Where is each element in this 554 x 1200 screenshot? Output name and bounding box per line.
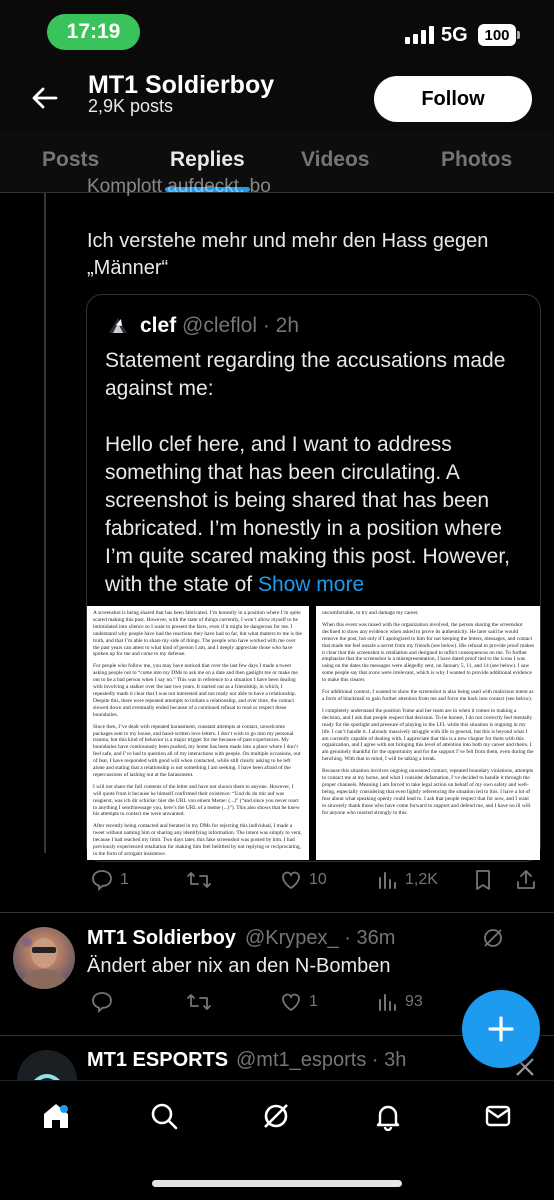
views-icon — [379, 994, 396, 1011]
truncated-text: Komplott aufdeckt. bo — [87, 176, 271, 197]
quote-author-name: clef — [140, 314, 177, 337]
like-count: 1 — [309, 993, 318, 1010]
quote-avatar — [109, 318, 127, 333]
signal-icon — [405, 26, 434, 44]
views-button[interactable]: 1,2K — [377, 868, 438, 892]
quote-text-body: Hello clef here, and I want to address s… — [105, 433, 511, 596]
reply-icon — [92, 992, 112, 1014]
share-button[interactable] — [514, 868, 538, 892]
thread-line — [44, 193, 46, 853]
divider — [0, 912, 554, 913]
author-name: MT1 ESPORTS — [87, 1049, 229, 1071]
avatar-image — [19, 937, 69, 989]
heart-icon — [282, 871, 300, 890]
tab-replies[interactable]: Replies — [170, 148, 245, 172]
nav-messages[interactable] — [480, 1098, 516, 1134]
author-name: MT1 Soldierboy — [87, 927, 236, 949]
battery-icon: 100 — [478, 24, 516, 46]
reply-button[interactable]: 1 — [90, 868, 129, 892]
doc-paragraph: uncomfortable, to try and damage my care… — [322, 610, 419, 616]
bookmark-button[interactable] — [472, 868, 494, 892]
notifications-icon — [376, 1105, 400, 1131]
nav-search[interactable] — [146, 1098, 182, 1134]
view-count: 93 — [405, 993, 423, 1010]
arrow-left-icon — [32, 87, 58, 109]
heart-icon — [282, 993, 300, 1012]
statement-image-left[interactable]: A screenshot is being shared that has be… — [87, 606, 309, 860]
nav-notifications[interactable] — [370, 1098, 406, 1134]
tab-posts[interactable]: Posts — [42, 148, 99, 172]
retweet-button[interactable] — [186, 990, 212, 1014]
follow-button[interactable]: Follow — [374, 76, 532, 122]
search-icon — [151, 1103, 178, 1130]
quote-author-handle: @cleflol · 2h — [182, 314, 300, 337]
show-more-link[interactable]: Show more — [258, 573, 364, 596]
doc-paragraph: For additional context, I wanted to show… — [322, 689, 534, 702]
messages-icon — [485, 1105, 511, 1127]
grok-icon[interactable] — [481, 926, 505, 950]
like-button[interactable]: 1 — [279, 990, 318, 1014]
bookmark-icon — [476, 870, 490, 890]
tweet-text: Ändert aber nix an den N-Bomben — [87, 955, 391, 977]
doc-paragraph: I completely understand the position Yum… — [322, 707, 534, 763]
doc-paragraph: Because this situation involves ongoing … — [322, 768, 534, 816]
status-time: 17:19 — [47, 14, 140, 50]
retweet-icon — [187, 872, 211, 888]
retweet-icon — [187, 994, 211, 1010]
doc-paragraph: For people who follow me, you may have n… — [93, 663, 298, 718]
doc-paragraph: I will not share the full contents of th… — [93, 783, 300, 818]
grok-icon — [264, 1104, 288, 1128]
statement-image-right[interactable]: uncomfortable, to try and damage my care… — [316, 606, 540, 860]
author-handle: @Krypex_ · 36m — [245, 927, 396, 949]
tab-photos[interactable]: Photos — [441, 148, 512, 172]
tweet-text: Ich verstehe mehr und mehr den Hass gege… — [87, 230, 489, 279]
reply-count: 1 — [120, 871, 129, 888]
doc-paragraph: Since then, I’ve dealt with repeated har… — [93, 723, 301, 778]
plus-icon — [488, 1016, 514, 1042]
post-count: 2,9K posts — [88, 96, 174, 116]
nav-home[interactable] — [38, 1098, 74, 1134]
avatar[interactable] — [13, 927, 75, 989]
doc-paragraph: When this event was raised with the orga… — [322, 621, 534, 684]
home-indicator — [152, 1180, 402, 1187]
author-handle: @mt1_esports · 3h — [236, 1049, 407, 1071]
retweet-button[interactable] — [186, 868, 212, 892]
tab-videos[interactable]: Videos — [301, 148, 369, 172]
network-label: 5G — [441, 24, 468, 46]
nav-grok[interactable] — [258, 1098, 294, 1134]
doc-paragraph: After recently being contacted and berat… — [93, 823, 302, 857]
reply-icon — [92, 870, 112, 892]
home-icon — [44, 1104, 68, 1128]
quote-text: Statement regarding the accusations made… — [105, 347, 530, 599]
quote-text-intro: Statement regarding the accusations made… — [105, 349, 506, 400]
doc-paragraph: A screenshot is being shared that has be… — [93, 610, 302, 658]
views-button[interactable]: 93 — [377, 990, 423, 1014]
divider — [0, 192, 554, 193]
view-count: 1,2K — [405, 871, 438, 888]
battery-tip — [517, 31, 520, 39]
like-button[interactable]: 10 — [279, 868, 327, 892]
back-button[interactable] — [22, 78, 68, 118]
views-icon — [379, 872, 396, 889]
compose-button[interactable] — [462, 990, 540, 1068]
like-count: 10 — [309, 871, 327, 888]
reply-button[interactable] — [90, 990, 114, 1014]
share-icon — [517, 870, 535, 889]
